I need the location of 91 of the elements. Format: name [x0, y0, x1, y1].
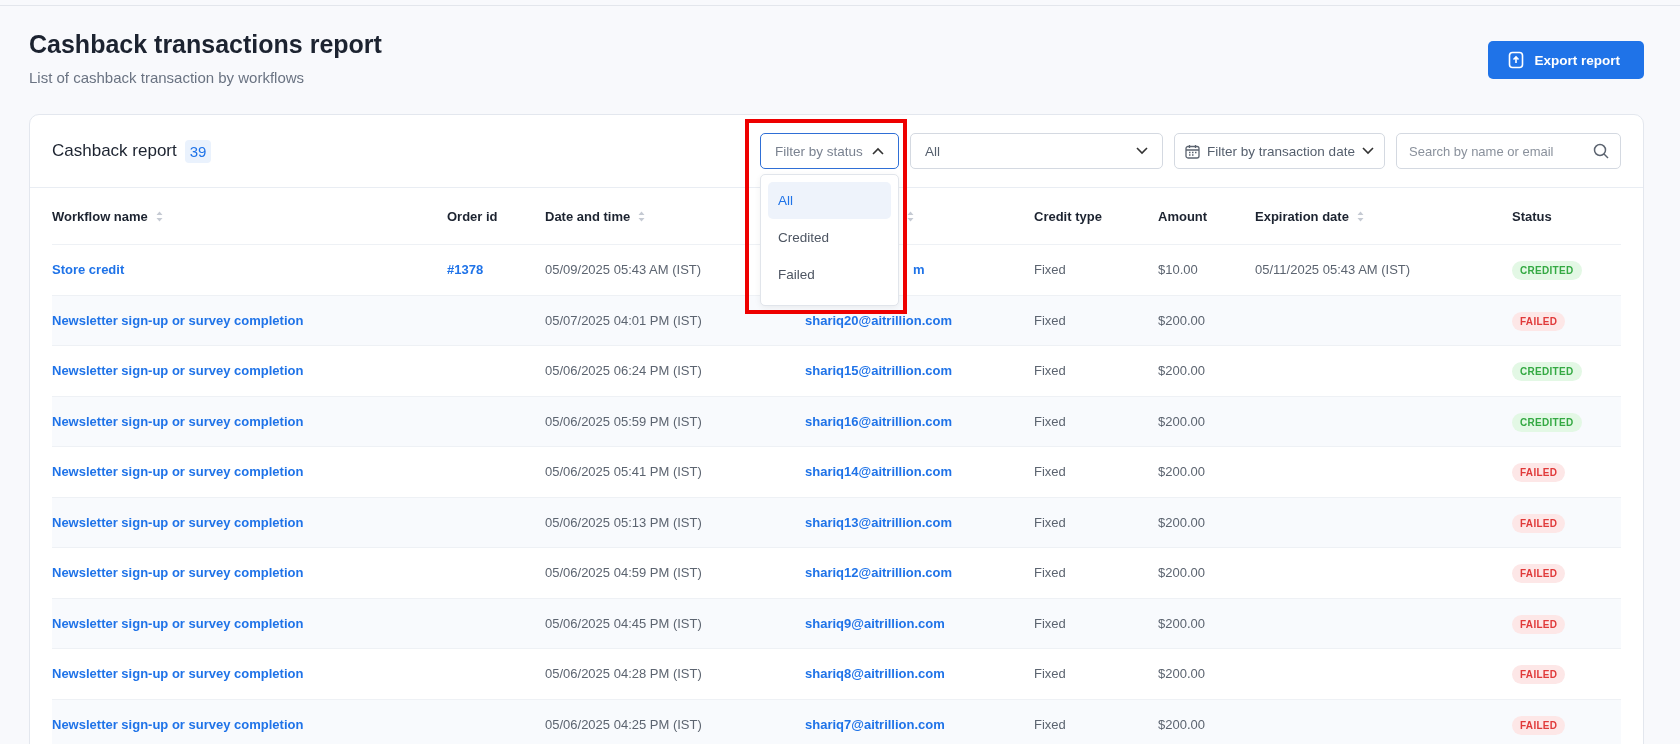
column-header: Workflow name — [52, 208, 148, 224]
search-field[interactable]: Search by name or email — [1396, 133, 1621, 169]
status-option[interactable]: Failed — [768, 256, 891, 293]
email-link[interactable]: shariq12@aitrillion.com — [805, 565, 953, 581]
status-badge: FAILED — [1512, 463, 1566, 483]
credit-type-cell: Fixed — [1034, 413, 1066, 429]
sort-icon[interactable] — [1356, 210, 1364, 222]
workflow-link[interactable]: Newsletter sign-up or survey completion — [52, 565, 304, 581]
email-link[interactable]: shariq7@aitrillion.com — [805, 716, 945, 732]
email-link[interactable]: m — [913, 262, 925, 278]
search-icon — [1593, 143, 1609, 159]
expiration-cell: 05/11/2025 05:43 AM (IST) — [1255, 262, 1411, 278]
date-cell: 05/06/2025 04:45 PM (IST) — [545, 615, 702, 631]
workflow-link[interactable]: Store credit — [52, 262, 125, 278]
page-subtitle: List of cashback transaction by workflows — [29, 69, 306, 86]
status-badge: CREDITED — [1512, 261, 1582, 281]
upload-file-icon — [1508, 51, 1525, 69]
workflow-link[interactable]: Newsletter sign-up or survey completion — [52, 413, 304, 429]
status-badge: FAILED — [1512, 665, 1566, 685]
date-cell: 05/06/2025 04:59 PM (IST) — [545, 565, 702, 581]
amount-cell: $200.00 — [1158, 666, 1205, 682]
status-badge: FAILED — [1512, 513, 1566, 533]
credit-type-cell: Fixed — [1034, 666, 1066, 682]
credit-type-cell: Fixed — [1034, 464, 1066, 480]
status-badge: FAILED — [1512, 564, 1566, 584]
column-header: Amount — [1158, 208, 1208, 224]
column-header: Expiration date — [1255, 208, 1349, 224]
amount-cell: $200.00 — [1158, 413, 1205, 429]
email-link[interactable]: shariq15@aitrillion.com — [805, 363, 953, 379]
workflow-link[interactable]: Newsletter sign-up or survey completion — [52, 312, 304, 328]
card-title: Cashback report — [52, 141, 177, 161]
status-badge: FAILED — [1512, 614, 1566, 634]
amount-cell: $200.00 — [1158, 716, 1205, 732]
date-filter-button[interactable]: Filter by transaction date — [1174, 133, 1385, 169]
sort-icon[interactable] — [907, 210, 914, 222]
sort-icon[interactable] — [638, 210, 646, 222]
column-header: Credit type — [1034, 208, 1102, 224]
email-link[interactable]: shariq16@aitrillion.com — [805, 413, 953, 429]
page-title: Cashback transactions report — [29, 30, 382, 59]
credit-type-cell: Fixed — [1034, 363, 1066, 379]
status-filter-dropdown[interactable]: Filter by status — [760, 133, 899, 169]
column-header: Order id — [447, 208, 498, 224]
count-badge: 39 — [184, 139, 212, 163]
chevron-icon — [1362, 147, 1374, 155]
credit-type-cell: Fixed — [1034, 615, 1066, 631]
status-badge: FAILED — [1512, 715, 1566, 735]
amount-cell: $200.00 — [1158, 565, 1205, 581]
date-cell: 05/06/2025 06:24 PM (IST) — [545, 363, 702, 379]
status-badge: CREDITED — [1512, 412, 1582, 432]
status-option[interactable]: Credited — [768, 219, 891, 256]
status-badge: FAILED — [1512, 311, 1566, 331]
chevron-icon — [872, 147, 884, 155]
credit-type-cell: Fixed — [1034, 514, 1066, 530]
email-link[interactable]: shariq14@aitrillion.com — [805, 464, 953, 480]
date-cell: 05/06/2025 04:25 PM (IST) — [545, 716, 702, 732]
amount-cell: $200.00 — [1158, 514, 1205, 530]
workflow-link[interactable]: Newsletter sign-up or survey completion — [52, 666, 304, 682]
date-cell: 05/07/2025 04:01 PM (IST) — [545, 312, 702, 328]
export-report-button[interactable]: Export report — [1488, 41, 1644, 79]
credit-type-cell: Fixed — [1034, 312, 1066, 328]
credit-type-cell: Fixed — [1034, 565, 1066, 581]
calendar-icon — [1185, 143, 1200, 159]
workflow-link[interactable]: Newsletter sign-up or survey completion — [52, 514, 304, 530]
date-cell: 05/06/2025 05:41 PM (IST) — [545, 464, 702, 480]
date-cell: 05/06/2025 04:28 PM (IST) — [545, 666, 702, 682]
email-link[interactable]: shariq20@aitrillion.com — [805, 312, 953, 328]
email-link[interactable]: shariq13@aitrillion.com — [805, 514, 953, 530]
status-badge: CREDITED — [1512, 362, 1582, 382]
workflow-link[interactable]: Newsletter sign-up or survey completion — [52, 363, 304, 379]
credit-type-cell: Fixed — [1034, 716, 1066, 732]
email-link[interactable]: shariq9@aitrillion.com — [805, 615, 945, 631]
chevron-icon — [1136, 147, 1148, 155]
date-cell: 05/09/2025 05:43 AM (IST) — [545, 262, 702, 278]
date-cell: 05/06/2025 05:13 PM (IST) — [545, 514, 702, 530]
workflow-link[interactable]: Newsletter sign-up or survey completion — [52, 716, 304, 732]
amount-cell: $200.00 — [1158, 615, 1205, 631]
order-link[interactable]: #1378 — [447, 262, 484, 278]
workflow-link[interactable]: Newsletter sign-up or survey completion — [52, 615, 304, 631]
workflow-link[interactable]: Newsletter sign-up or survey completion — [52, 464, 304, 480]
amount-cell: $200.00 — [1158, 464, 1205, 480]
sort-icon[interactable] — [155, 210, 163, 222]
email-link[interactable]: shariq8@aitrillion.com — [805, 666, 945, 682]
workflow-select[interactable]: All — [910, 133, 1163, 169]
credit-type-cell: Fixed — [1034, 262, 1066, 278]
column-header: Status — [1512, 208, 1552, 224]
amount-cell: $10.00 — [1158, 262, 1198, 278]
amount-cell: $200.00 — [1158, 363, 1205, 379]
date-cell: 05/06/2025 05:59 PM (IST) — [545, 413, 702, 429]
status-option[interactable]: All — [768, 182, 891, 219]
column-header: Date and time — [545, 208, 631, 224]
amount-cell: $200.00 — [1158, 312, 1205, 328]
